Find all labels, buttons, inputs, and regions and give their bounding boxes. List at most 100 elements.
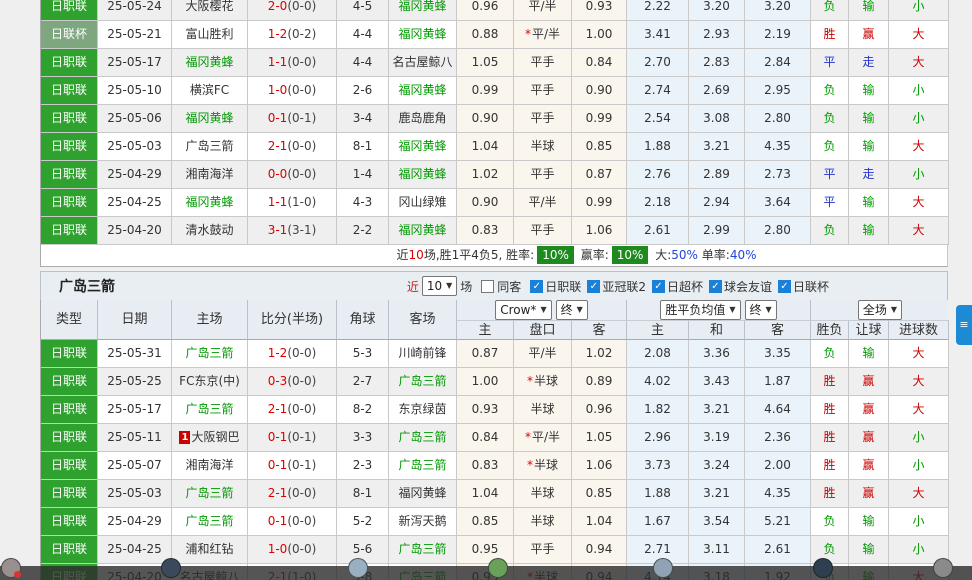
fulltime-score: 1-2	[268, 27, 288, 41]
taskbar-app-icon[interactable]	[488, 558, 508, 578]
taskbar-app-icon[interactable]	[653, 558, 673, 578]
fulltime-score: 2-1	[268, 486, 288, 500]
recent-count-select[interactable]: 10 ▼	[422, 276, 457, 296]
halftime-score: (0-0)	[287, 55, 316, 69]
home-team[interactable]: 浦和红钻	[172, 536, 248, 564]
odds-changed-star: *	[525, 27, 531, 41]
home-team[interactable]: 福冈黄蜂	[172, 105, 248, 133]
asian-home-odds: 0.83	[457, 452, 514, 480]
bookmaker-select[interactable]: Crow*▼	[495, 300, 551, 320]
away-team[interactable]: 福冈黄蜂	[389, 0, 457, 21]
summary-text: 40%	[730, 248, 757, 262]
home-team-name: 广岛三箭	[185, 486, 233, 500]
euro-away-odds: 1.87	[745, 368, 811, 396]
asian-home-odds: 0.93	[457, 396, 514, 424]
away-team[interactable]: 广岛三箭	[389, 536, 457, 564]
home-team-name: 广岛三箭	[185, 514, 233, 528]
league-checkbox[interactable]: ✓	[587, 280, 600, 293]
away-team[interactable]: 福冈黄蜂	[389, 161, 457, 189]
taskbar-app-icon[interactable]	[161, 558, 181, 578]
away-team[interactable]: 福冈黄蜂	[389, 217, 457, 245]
euro-home-odds: 2.22	[627, 0, 689, 21]
handicap-result-flag: 赢	[849, 368, 889, 396]
home-team-name: 大阪樱花	[185, 0, 233, 13]
home-team[interactable]: FC东京(中)	[172, 368, 248, 396]
handicap-result-flag: 输	[849, 77, 889, 105]
home-team-name: 福冈黄蜂	[185, 195, 233, 209]
section-header-hiroshima: 广岛三箭 近 10 ▼ 场 同客 ✓日职联✓亚冠联2✓日超杯✓球会友谊✓日联杯	[40, 271, 948, 300]
home-team[interactable]: 1大阪钢巴	[172, 424, 248, 452]
corner-score: 2-6	[337, 77, 389, 105]
away-team[interactable]: 广岛三箭	[389, 452, 457, 480]
home-team[interactable]: 广岛三箭	[172, 340, 248, 368]
average-odds-select[interactable]: 胜平负均值▼	[660, 300, 740, 320]
away-team[interactable]: 鹿岛鹿角	[389, 105, 457, 133]
corner-score: 8-1	[337, 480, 389, 508]
asian-odds-group: Crow*▼ 终▼	[457, 300, 627, 320]
away-team[interactable]: 福冈黄蜂	[389, 480, 457, 508]
score: 0-1(0-1)	[248, 424, 337, 452]
table-row: 日职联25-05-10横滨FC1-0(0-0)2-6福冈黄蜂0.99平手0.90…	[41, 77, 949, 105]
home-team[interactable]: 横滨FC	[172, 77, 248, 105]
league-badge: 日职联	[41, 189, 98, 217]
result-flag: 负	[811, 340, 849, 368]
league-badge: 日职联	[41, 480, 98, 508]
handicap-result-flag: 输	[849, 340, 889, 368]
match-date: 25-05-03	[98, 480, 172, 508]
home-team[interactable]: 福冈黄蜂	[172, 189, 248, 217]
away-team[interactable]: 川崎前锋	[389, 340, 457, 368]
home-team[interactable]: 清水鼓动	[172, 217, 248, 245]
home-team[interactable]: 富山胜利	[172, 21, 248, 49]
league-checkbox[interactable]: ✓	[778, 280, 791, 293]
handicap-text: 平/半	[532, 430, 560, 444]
chevron-down-icon: ▼	[540, 302, 546, 318]
final-odds-select[interactable]: 终▼	[556, 300, 588, 320]
home-team[interactable]: 广岛三箭	[172, 133, 248, 161]
away-team[interactable]: 名古屋鲸八	[389, 49, 457, 77]
goals-result-flag: 大	[889, 340, 949, 368]
away-team[interactable]: 广岛三箭	[389, 368, 457, 396]
halftime-score: (0-0)	[287, 542, 316, 556]
home-team[interactable]: 湘南海洋	[172, 161, 248, 189]
home-team[interactable]: 广岛三箭	[172, 508, 248, 536]
away-team[interactable]: 东京绿茵	[389, 396, 457, 424]
handicap-line: 平手	[514, 536, 572, 564]
away-team[interactable]: 冈山绿雉	[389, 189, 457, 217]
away-team[interactable]: 福冈黄蜂	[389, 77, 457, 105]
asian-away-odds: 0.96	[572, 396, 627, 424]
taskbar-app-icon[interactable]	[1, 558, 21, 578]
away-team-name: 广岛三箭	[398, 430, 446, 444]
asian-away-odds: 0.94	[572, 536, 627, 564]
home-team[interactable]: 大阪樱花	[172, 0, 248, 21]
final-odds-select-2[interactable]: 终▼	[745, 300, 777, 320]
league-checkbox[interactable]: ✓	[530, 280, 543, 293]
away-team[interactable]: 广岛三箭	[389, 424, 457, 452]
halftime-score: (0-1)	[287, 111, 316, 125]
taskbar-app-icon[interactable]	[933, 558, 953, 578]
home-team[interactable]: 广岛三箭	[172, 480, 248, 508]
away-team[interactable]: 新泻天鹅	[389, 508, 457, 536]
home-team[interactable]: 广岛三箭	[172, 396, 248, 424]
asian-away-odds: 0.99	[572, 189, 627, 217]
league-badge: 日职联	[41, 340, 98, 368]
league-checkbox[interactable]: ✓	[652, 280, 665, 293]
halftime-score: (0-0)	[287, 402, 316, 416]
side-panel-toggle[interactable]: ≡	[956, 305, 972, 345]
table-row: 日职联25-05-111大阪钢巴0-1(0-1)3-3广岛三箭0.84*平/半1…	[41, 424, 949, 452]
taskbar-app-icon[interactable]	[348, 558, 368, 578]
taskbar-app-icon[interactable]	[813, 558, 833, 578]
away-team[interactable]: 福冈黄蜂	[389, 133, 457, 161]
taskbar-overlay	[0, 566, 972, 580]
home-team[interactable]: 福冈黄蜂	[172, 49, 248, 77]
table-row: 日职联25-04-29广岛三箭0-1(0-0)5-2新泻天鹅0.85半球1.04…	[41, 508, 949, 536]
fulltime-score: 0-1	[268, 514, 288, 528]
away-team[interactable]: 福冈黄蜂	[389, 21, 457, 49]
home-team[interactable]: 湘南海洋	[172, 452, 248, 480]
same-away-checkbox[interactable]	[481, 280, 494, 293]
euro-home-odds: 2.61	[627, 217, 689, 245]
euro-draw-odds: 2.93	[689, 21, 745, 49]
asian-away-odds: 0.89	[572, 368, 627, 396]
handicap-text: 半球	[534, 458, 558, 472]
scope-select[interactable]: 全场▼	[858, 300, 902, 320]
league-checkbox[interactable]: ✓	[709, 280, 722, 293]
